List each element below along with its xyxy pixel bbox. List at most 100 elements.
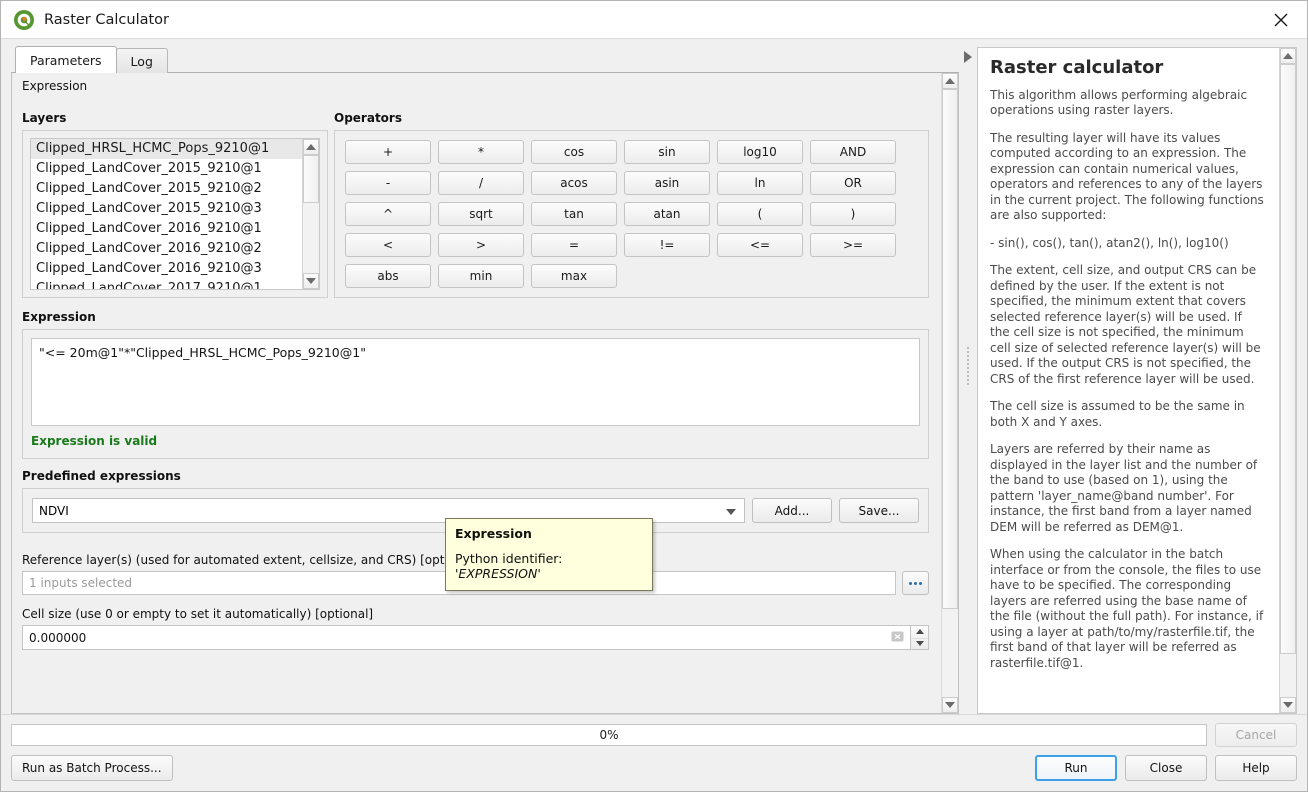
operator-button[interactable]: AND (810, 140, 896, 164)
tooltip-title: Expression (455, 526, 532, 541)
splitter-grip[interactable] (967, 347, 969, 387)
panel-heading: Expression (22, 79, 88, 93)
predefined-expression-value: NDVI (39, 503, 69, 518)
operator-button[interactable]: tan (531, 202, 617, 226)
help-button[interactable]: Help (1215, 755, 1297, 781)
list-item[interactable]: Clipped_HRSL_HCMC_Pops_9210@1 (31, 139, 302, 159)
progress-row: 0% Cancel (11, 723, 1297, 747)
tab-log[interactable]: Log (115, 48, 168, 73)
operator-button[interactable]: acos (531, 171, 617, 195)
expression-input[interactable]: "<= 20m@1"*"Clipped_HRSL_HCMC_Pops_9210@… (31, 338, 920, 426)
operator-button[interactable]: sqrt (438, 202, 524, 226)
expression-tooltip: Expression Python identifier: 'EXPRESSIO… (445, 518, 653, 591)
list-item[interactable]: Clipped_LandCover_2017_9210@1 (31, 279, 302, 289)
parameters-panel: Expression Layers Clipped_HRSL_HCMC_Pops… (11, 72, 959, 714)
cell-size-row: 0.000000 (22, 625, 929, 650)
scroll-thumb[interactable] (942, 89, 958, 609)
operator-button[interactable]: atan (624, 202, 710, 226)
expression-section: Expression "<= 20m@1"*"Clipped_HRSL_HCMC… (22, 310, 929, 459)
list-item[interactable]: Clipped_LandCover_2015_9210@3 (31, 199, 302, 219)
scroll-down-icon[interactable] (1280, 697, 1296, 713)
window-title: Raster Calculator (44, 11, 170, 28)
tab-parameters[interactable]: Parameters (15, 46, 117, 73)
operator-button[interactable]: * (438, 140, 524, 164)
operator-button[interactable]: min (438, 264, 524, 288)
clear-icon[interactable] (891, 630, 904, 646)
layers-group-box: Clipped_HRSL_HCMC_Pops_9210@1 Clipped_La… (22, 130, 328, 298)
operator-button[interactable]: > (438, 233, 524, 257)
scroll-down-icon[interactable] (303, 273, 319, 289)
predefined-expressions-label: Predefined expressions (22, 469, 181, 483)
layers-block: Layers Clipped_HRSL_HCMC_Pops_9210@1 Cli… (22, 111, 328, 298)
operator-button[interactable]: - (345, 171, 431, 195)
collapse-panel-icon[interactable] (964, 51, 972, 63)
stepper-down-icon[interactable] (911, 637, 928, 650)
help-scrollbar[interactable] (1279, 48, 1296, 713)
cell-size-stepper[interactable] (910, 625, 929, 650)
cell-size-label: Cell size (use 0 or empty to set it auto… (22, 607, 374, 621)
scroll-up-icon[interactable] (942, 73, 958, 89)
operator-button[interactable]: max (531, 264, 617, 288)
tab-log-label: Log (130, 53, 153, 69)
stepper-up-icon[interactable] (911, 626, 928, 638)
list-item[interactable]: Clipped_LandCover_2016_9210@1 (31, 219, 302, 239)
help-panel: Raster calculator This algorithm allows … (977, 47, 1297, 714)
operator-button[interactable]: <= (717, 233, 803, 257)
tooltip-identifier: 'EXPRESSION' (455, 566, 541, 581)
operator-button[interactable]: abs (345, 264, 431, 288)
scroll-down-icon[interactable] (942, 697, 958, 713)
operator-button[interactable]: cos (531, 140, 617, 164)
scroll-track[interactable] (303, 155, 319, 273)
save-button[interactable]: Save... (839, 498, 919, 523)
operator-button[interactable]: sin (624, 140, 710, 164)
operator-button[interactable]: ( (717, 202, 803, 226)
operator-button[interactable]: = (531, 233, 617, 257)
list-item[interactable]: Clipped_LandCover_2016_9210@3 (31, 259, 302, 279)
layers-label: Layers (22, 111, 67, 125)
operator-button[interactable]: ln (717, 171, 803, 195)
layer-list[interactable]: Clipped_HRSL_HCMC_Pops_9210@1 Clipped_La… (30, 138, 320, 290)
add-button[interactable]: Add... (752, 498, 832, 523)
operator-button[interactable]: ^ (345, 202, 431, 226)
help-paragraph: Layers are referred by their name as dis… (990, 442, 1258, 534)
operator-button[interactable]: / (438, 171, 524, 195)
operator-button[interactable]: ) (810, 202, 896, 226)
scroll-up-icon[interactable] (1280, 48, 1296, 64)
ellipsis-icon[interactable] (902, 571, 929, 595)
tab-bar: Parameters Log (15, 46, 959, 73)
layer-list-scrollbar[interactable] (302, 139, 319, 289)
raster-calculator-dialog: Raster Calculator Parameters Log Express… (0, 0, 1308, 792)
list-item[interactable]: Clipped_LandCover_2016_9210@2 (31, 239, 302, 259)
cancel-button: Cancel (1215, 723, 1297, 747)
scroll-thumb[interactable] (303, 155, 319, 203)
scroll-thumb[interactable] (1280, 64, 1296, 654)
operator-button[interactable]: >= (810, 233, 896, 257)
help-paragraph: The extent, cell size, and output CRS ca… (990, 263, 1261, 386)
close-icon[interactable] (1255, 1, 1307, 38)
list-item[interactable]: Clipped_LandCover_2015_9210@2 (31, 179, 302, 199)
run-as-batch-process-button[interactable]: Run as Batch Process... (11, 755, 173, 781)
run-button[interactable]: Run (1035, 755, 1117, 781)
dialog-body: Parameters Log Expression Layers Clipped… (1, 39, 1307, 714)
operator-button[interactable]: log10 (717, 140, 803, 164)
progress-bar: 0% (11, 724, 1207, 746)
operator-button[interactable]: < (345, 233, 431, 257)
list-item[interactable]: Clipped_LandCover_2015_9210@1 (31, 159, 302, 179)
help-paragraph: The cell size is assumed to be the same … (990, 399, 1245, 429)
progress-label: 0% (599, 728, 619, 742)
scroll-track[interactable] (1280, 64, 1296, 697)
cell-size-input[interactable]: 0.000000 (22, 625, 910, 650)
expression-label: Expression (22, 310, 96, 324)
scroll-track[interactable] (942, 89, 958, 697)
operator-button[interactable]: asin (624, 171, 710, 195)
close-button[interactable]: Close (1125, 755, 1207, 781)
scroll-up-icon[interactable] (303, 139, 319, 155)
operator-button[interactable]: != (624, 233, 710, 257)
operator-button[interactable]: + (345, 140, 431, 164)
operators-group-box: + * cos sin log10 AND - / acos asin ln O… (334, 130, 929, 298)
operators-grid: + * cos sin log10 AND - / acos asin ln O… (345, 140, 918, 288)
parameters-scrollbar[interactable] (941, 73, 958, 713)
operator-button[interactable]: OR (810, 171, 896, 195)
panel-splitter[interactable] (959, 47, 977, 714)
help-title: Raster calculator (990, 57, 1164, 78)
